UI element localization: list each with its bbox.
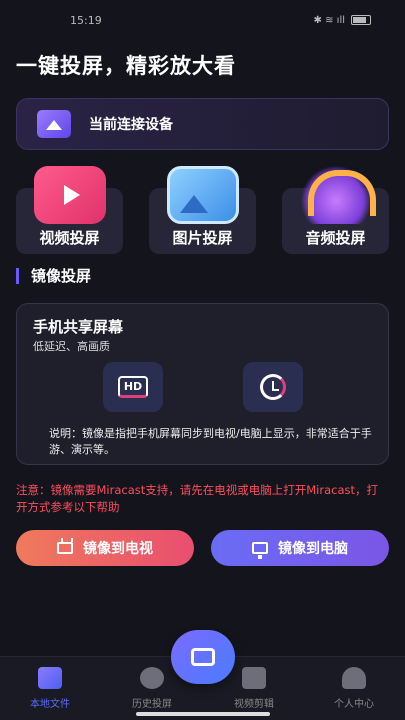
signal-icons: ✱ ≋ ıll <box>313 14 345 26</box>
battery-icon <box>351 15 371 25</box>
low-latency-icon <box>243 362 303 412</box>
tab-video-edit-label: 视频剪辑 <box>234 699 274 710</box>
video-cast-button[interactable]: 视频投屏 <box>16 166 123 254</box>
audio-cast-label: 音频投屏 <box>305 229 366 247</box>
mirror-to-pc-label: 镜像到电脑 <box>278 541 348 557</box>
clock-icon <box>260 374 286 400</box>
tab-profile-label: 个人中心 <box>334 699 374 710</box>
mirror-to-pc-button[interactable]: 镜像到电脑 <box>211 530 389 566</box>
home-indicator <box>136 712 270 716</box>
tab-local-files[interactable]: 本地文件 <box>10 667 90 710</box>
tab-history-label: 历史投屏 <box>132 699 172 710</box>
status-time: 15:19 <box>70 13 102 27</box>
mirror-card-description: 说明：镜像是指把手机屏幕同步到电视/电脑上显示，非常适合于手游、演示等。 <box>49 427 372 456</box>
audio-cast-button[interactable]: 音频投屏 <box>282 166 389 254</box>
scissors-icon <box>242 667 266 689</box>
monitor-icon <box>252 542 268 559</box>
cast-fab-button[interactable] <box>171 630 235 684</box>
mirror-card: 手机共享屏幕 低延迟、高画质 HD 说明：镜像是指把手机屏幕同步到电视/电脑上显… <box>16 303 389 465</box>
status-icons: ✱ ≋ ıll <box>314 15 371 26</box>
video-cast-label: 视频投屏 <box>39 229 100 247</box>
connected-device-card[interactable]: 当前连接设备 <box>16 98 389 150</box>
clock-icon <box>140 667 164 689</box>
image-icon <box>167 166 239 224</box>
folder-icon <box>38 667 62 689</box>
status-bar: 15:19 ✱ ≋ ıll <box>0 0 405 40</box>
tab-local-files-label: 本地文件 <box>30 699 70 710</box>
cast-icon <box>37 110 71 138</box>
device-card-label: 当前连接设备 <box>89 117 173 133</box>
image-cast-button[interactable]: 图片投屏 <box>149 166 256 254</box>
image-cast-label: 图片投屏 <box>172 229 233 247</box>
miracast-notice: 注意：镜像需要Miracast支持，请先在电视或电脑上打开Miracast，打开… <box>16 483 379 514</box>
hd-icon-text: HD <box>118 376 148 398</box>
feature-row: 视频投屏 图片投屏 音频投屏 <box>16 166 389 258</box>
hd-quality-icon: HD <box>103 362 163 412</box>
headphones-icon <box>300 166 376 224</box>
mirror-to-tv-label: 镜像到电视 <box>83 541 153 557</box>
cast-icon <box>191 648 215 666</box>
page-headline: 一键投屏，精彩放大看 <box>16 54 236 78</box>
mirror-card-title: 手机共享屏幕 <box>33 318 124 336</box>
tab-profile[interactable]: 个人中心 <box>314 667 394 710</box>
mirror-to-tv-button[interactable]: 镜像到电视 <box>16 530 194 566</box>
section-title-mirror: 镜像投屏 <box>16 268 91 284</box>
mirror-card-subtitle: 低延迟、高画质 <box>33 340 110 353</box>
video-play-icon <box>34 166 106 224</box>
tv-icon <box>57 538 73 554</box>
user-icon <box>342 667 366 689</box>
